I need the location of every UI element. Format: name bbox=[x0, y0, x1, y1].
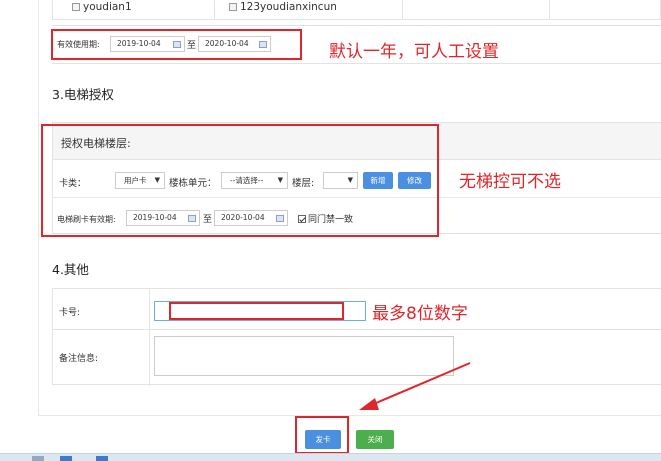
annotation-validity: 默认一年，可人工设置 bbox=[329, 42, 499, 62]
table-divider bbox=[402, 0, 403, 20]
table-divider bbox=[149, 289, 150, 386]
section-title-other: 4.其他 bbox=[52, 262, 89, 277]
card-issue-page: youdian1 123youdianxincun 有效使用期: 2019-10… bbox=[0, 0, 661, 461]
annotation-highlight-validity bbox=[51, 29, 302, 60]
table-divider bbox=[214, 0, 215, 20]
annotation-highlight-issue-button bbox=[295, 416, 349, 454]
taskbar-app-icon[interactable] bbox=[32, 456, 44, 461]
taskbar bbox=[0, 453, 661, 461]
community-table: youdian1 123youdianxincun bbox=[52, 0, 661, 20]
table-divider bbox=[53, 329, 661, 330]
annotation-arrow-icon bbox=[359, 362, 471, 410]
community-option-1-label: youdian1 bbox=[83, 1, 132, 13]
form-border-bottom bbox=[38, 415, 661, 416]
close-button[interactable]: 关闭 bbox=[356, 430, 394, 449]
table-divider bbox=[549, 0, 550, 20]
annotation-highlight-elevator bbox=[41, 124, 439, 237]
community-option-1[interactable]: youdian1 bbox=[72, 1, 132, 13]
community-option-2[interactable]: 123youdianxincun bbox=[229, 1, 337, 13]
card-number-label: 卡号: bbox=[59, 308, 81, 318]
checkbox-icon[interactable] bbox=[229, 3, 237, 11]
annotation-card-number: 最多8位数字 bbox=[372, 304, 468, 324]
annotation-elevator: 无梯控可不选 bbox=[459, 172, 561, 192]
annotation-highlight-card-number bbox=[169, 302, 344, 320]
checkbox-icon[interactable] bbox=[72, 3, 80, 11]
remark-label: 备注信息: bbox=[59, 354, 99, 364]
community-option-2-label: 123youdianxincun bbox=[240, 1, 337, 13]
section-title-elevator: 3.电梯授权 bbox=[52, 87, 114, 102]
taskbar-app-icon[interactable] bbox=[96, 456, 108, 461]
taskbar-app-icon[interactable] bbox=[60, 456, 72, 461]
form-border-left bbox=[38, 0, 39, 415]
